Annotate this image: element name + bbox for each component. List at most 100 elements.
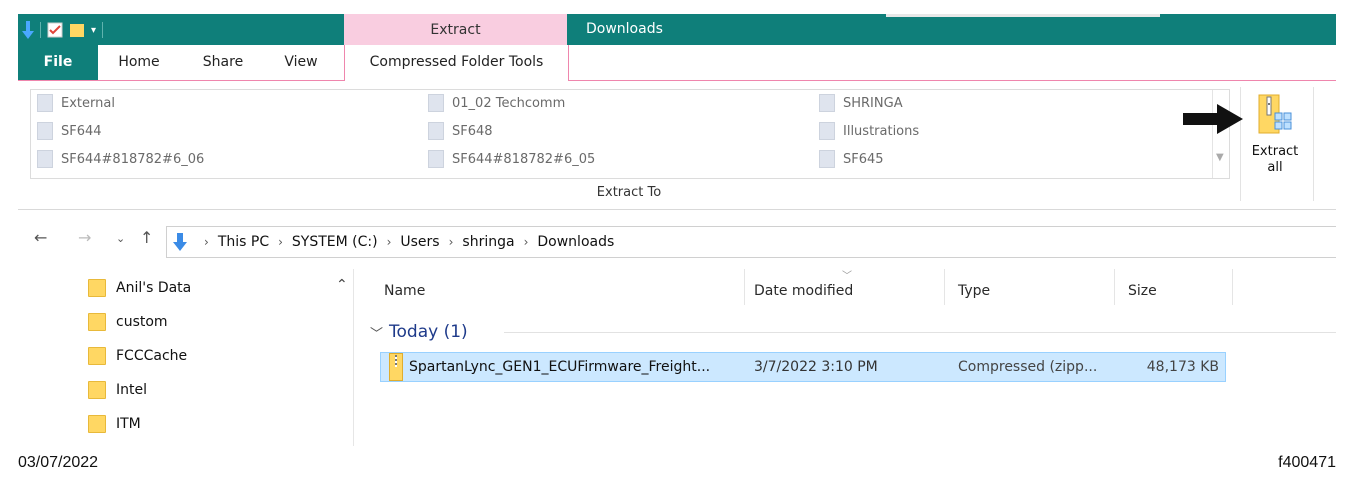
- breadcrumb-this-pc[interactable]: This PC: [218, 234, 269, 250]
- tab-compressed-folder-tools[interactable]: Compressed Folder Tools: [344, 45, 569, 81]
- customize-toolbar-icon[interactable]: ▾: [91, 25, 96, 36]
- column-divider[interactable]: [744, 269, 745, 305]
- extract-all-icon: [1258, 94, 1292, 134]
- extract-to-item[interactable]: SF644#818782#6_05: [428, 148, 595, 170]
- breadcrumb-chevron-icon[interactable]: ›: [387, 235, 392, 249]
- nav-item-label: Anil's Data: [116, 280, 192, 296]
- extract-to-item[interactable]: SF644#818782#6_06: [37, 148, 204, 170]
- recent-locations-chevron-icon[interactable]: ⌄: [116, 232, 125, 245]
- tab-file[interactable]: File: [18, 45, 98, 80]
- down-arrow-icon[interactable]: [22, 21, 34, 39]
- toolbar-divider: [40, 22, 41, 38]
- navigation-pane-scrollbar[interactable]: [353, 269, 354, 446]
- file-row[interactable]: SpartanLync_GEN1_ECUFirmware_Freight... …: [380, 352, 1226, 382]
- nav-item-folder[interactable]: FCCCache: [88, 343, 187, 369]
- folder-icon: [37, 150, 53, 168]
- explorer-window: ▾ Extract Downloads File Home Share View…: [18, 14, 1336, 446]
- column-header-size[interactable]: Size: [1128, 269, 1228, 313]
- extract-all-label-line2: all: [1267, 160, 1283, 175]
- toolbar-divider: [102, 22, 104, 38]
- tab-home[interactable]: Home: [104, 45, 174, 80]
- nav-item-label: Intel: [116, 382, 147, 398]
- column-divider[interactable]: [944, 269, 945, 305]
- folder-icon: [819, 150, 835, 168]
- navigation-bar: ← → ⌄ ↑ › This PC › SYSTEM (C:) › Users …: [18, 222, 1336, 258]
- caption-figure-id: f400471: [1278, 454, 1336, 471]
- column-header-type[interactable]: Type: [958, 269, 1108, 313]
- column-divider[interactable]: [1232, 269, 1233, 305]
- breadcrumb-users[interactable]: Users: [400, 234, 439, 250]
- extract-to-item[interactable]: Illustrations: [819, 120, 919, 142]
- breadcrumb-chevron-icon[interactable]: ›: [278, 235, 283, 249]
- title-bar: ▾ Extract Downloads: [18, 14, 1336, 45]
- nav-item-folder[interactable]: ITM: [88, 411, 141, 437]
- nav-item-folder[interactable]: custom: [88, 309, 168, 335]
- new-folder-icon[interactable]: [69, 22, 85, 38]
- breadcrumb-downloads[interactable]: Downloads: [537, 234, 614, 250]
- navigation-pane: Anil's Data custom FCCCache Intel ITM ⌃: [18, 269, 354, 446]
- forward-arrow-icon[interactable]: →: [78, 228, 91, 247]
- folder-icon: [88, 347, 106, 365]
- file-date-modified: 3/7/2022 3:10 PM: [754, 359, 878, 375]
- nav-item-label: custom: [116, 314, 168, 330]
- up-arrow-icon[interactable]: ↑: [140, 228, 153, 247]
- breadcrumb: › This PC › SYSTEM (C:) › Users › shring…: [173, 227, 614, 257]
- column-divider[interactable]: [1114, 269, 1115, 305]
- extract-all-label: Extract all: [1244, 144, 1306, 176]
- extract-to-item-label: External: [61, 95, 115, 111]
- extract-to-item-label: SHRINGA: [843, 95, 903, 111]
- folder-icon: [37, 94, 53, 112]
- extract-to-item[interactable]: 01_02 Techcomm: [428, 92, 565, 114]
- ribbon-divider: [1313, 87, 1314, 201]
- extract-to-item-label: Illustrations: [843, 123, 920, 139]
- folder-icon: [819, 122, 835, 140]
- folder-icon: [88, 313, 106, 331]
- callout-arrow-icon: [1183, 104, 1243, 134]
- folder-icon: [428, 122, 444, 140]
- zip-file-icon: [389, 353, 403, 381]
- folder-icon: [88, 415, 106, 433]
- extract-to-item[interactable]: SF648: [428, 120, 493, 142]
- quick-access-toolbar: ▾: [22, 20, 104, 40]
- folder-icon: [428, 94, 444, 112]
- address-bar[interactable]: › This PC › SYSTEM (C:) › Users › shring…: [166, 226, 1336, 258]
- folder-icon: [88, 279, 106, 297]
- folder-icon: [819, 94, 835, 112]
- chevron-down-icon[interactable]: ﹀: [370, 323, 383, 342]
- column-header-name[interactable]: Name: [384, 269, 744, 313]
- extract-to-item-label: SF645: [843, 151, 884, 167]
- breadcrumb-chevron-icon[interactable]: ›: [449, 235, 454, 249]
- extract-to-item[interactable]: External: [37, 92, 115, 114]
- extract-to-item[interactable]: SF645: [819, 148, 884, 170]
- extract-to-item-label: SF648: [452, 123, 493, 139]
- scroll-up-chevron-icon[interactable]: ⌃: [336, 277, 348, 293]
- extract-to-item-label: SF644#818782#6_06: [61, 151, 205, 167]
- extract-to-item[interactable]: SHRINGA: [819, 92, 903, 114]
- title-bar-highlight: [886, 14, 1160, 17]
- tab-view[interactable]: View: [268, 45, 334, 80]
- caption-date: 03/07/2022: [18, 454, 99, 471]
- breadcrumb-system-c[interactable]: SYSTEM (C:): [292, 234, 378, 250]
- extract-to-item-label: SF644#818782#6_05: [452, 151, 596, 167]
- extract-to-item[interactable]: SF644: [37, 120, 102, 142]
- nav-item-label: ITM: [116, 416, 141, 432]
- extract-to-item-label: SF644: [61, 123, 102, 139]
- extract-to-item-label: 01_02 Techcomm: [452, 95, 566, 111]
- breadcrumb-shringa[interactable]: shringa: [462, 234, 514, 250]
- breadcrumb-chevron-icon[interactable]: ›: [524, 235, 529, 249]
- window-title: Downloads: [586, 21, 663, 37]
- chevron-down-icon[interactable]: ▼: [1216, 152, 1224, 163]
- context-tab-extract: Extract: [344, 14, 567, 45]
- file-type: Compressed (zipp...: [958, 359, 1098, 375]
- nav-item-folder[interactable]: Anil's Data: [88, 275, 191, 301]
- tab-share[interactable]: Share: [188, 45, 258, 80]
- ribbon-panel: External SF644 SF644#818782#6_06 01_02 T…: [18, 81, 1336, 210]
- nav-item-folder[interactable]: Intel: [88, 377, 147, 403]
- properties-checkbox-icon[interactable]: [47, 22, 63, 38]
- extract-all-button[interactable]: Extract all: [1244, 91, 1306, 181]
- folder-icon: [428, 150, 444, 168]
- back-arrow-icon[interactable]: ←: [34, 228, 47, 247]
- group-header-today[interactable]: ﹀ Today (1): [370, 317, 468, 347]
- group-header-label: Today (1): [389, 322, 468, 342]
- ribbon-tabs: File Home Share View Compressed Folder T…: [18, 45, 1336, 81]
